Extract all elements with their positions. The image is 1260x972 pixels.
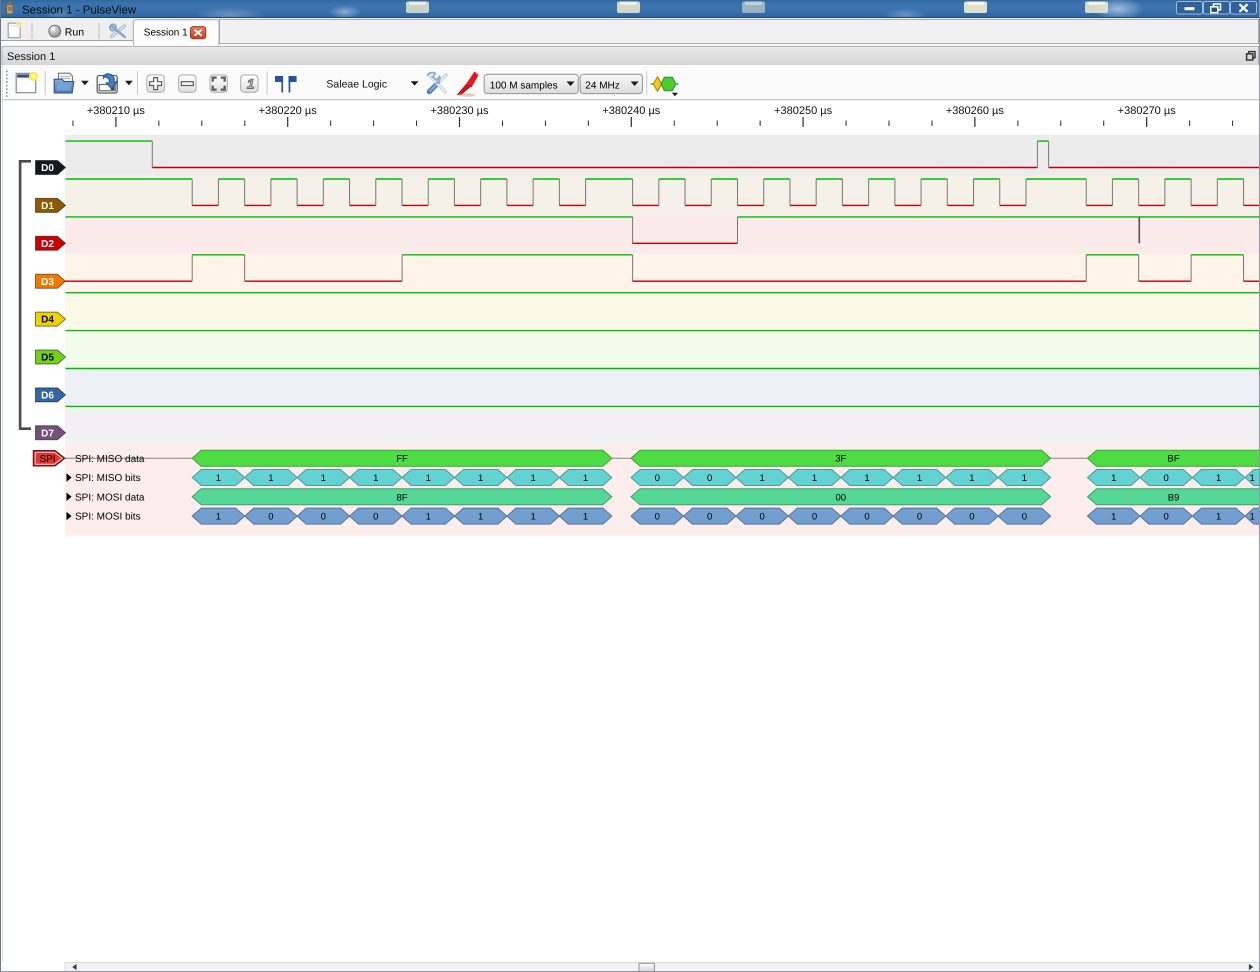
svg-text:1: 1 bbox=[1111, 473, 1116, 484]
svg-text:0: 0 bbox=[1164, 512, 1169, 523]
svg-text:D2: D2 bbox=[41, 239, 54, 250]
svg-text:+380240 µs: +380240 µs bbox=[602, 105, 661, 117]
svg-text:1: 1 bbox=[583, 512, 588, 523]
svg-text:1: 1 bbox=[426, 512, 431, 523]
svg-text:0: 0 bbox=[655, 473, 660, 484]
svg-text:1: 1 bbox=[969, 473, 974, 484]
svg-text:1: 1 bbox=[478, 473, 483, 484]
svg-text:1: 1 bbox=[864, 473, 869, 484]
svg-text:1: 1 bbox=[1111, 512, 1116, 523]
svg-text:00: 00 bbox=[836, 492, 847, 503]
svg-text:D7: D7 bbox=[41, 428, 54, 439]
svg-text:D4: D4 bbox=[41, 315, 54, 326]
svg-text:100 M samples: 100 M samples bbox=[490, 80, 558, 91]
svg-text:1: 1 bbox=[530, 512, 535, 523]
svg-text:SPI: MISO data: SPI: MISO data bbox=[75, 454, 145, 465]
svg-text:+380210 µs: +380210 µs bbox=[87, 105, 146, 117]
svg-text:1: 1 bbox=[373, 473, 378, 484]
svg-text:3F: 3F bbox=[835, 454, 846, 465]
svg-text:Session 1 - PulseView: Session 1 - PulseView bbox=[22, 4, 137, 16]
svg-text:FF: FF bbox=[396, 454, 408, 465]
svg-text:D0: D0 bbox=[41, 163, 54, 174]
svg-text:1: 1 bbox=[1022, 473, 1027, 484]
svg-text:D1: D1 bbox=[41, 201, 54, 212]
svg-text:1: 1 bbox=[268, 473, 273, 484]
svg-text:1: 1 bbox=[478, 512, 483, 523]
svg-text:0: 0 bbox=[1164, 473, 1169, 484]
svg-text:1: 1 bbox=[917, 473, 922, 484]
svg-text:0: 0 bbox=[969, 512, 974, 523]
svg-text:+380250 µs: +380250 µs bbox=[774, 105, 833, 117]
svg-text:0: 0 bbox=[812, 512, 817, 523]
svg-text:0: 0 bbox=[864, 512, 869, 523]
svg-text:Saleae Logic: Saleae Logic bbox=[326, 79, 387, 91]
svg-text:SPI: MOSI data: SPI: MOSI data bbox=[75, 492, 145, 503]
svg-text:1: 1 bbox=[530, 473, 535, 484]
svg-text:1: 1 bbox=[321, 473, 326, 484]
svg-text:SPI: SPI bbox=[39, 454, 55, 465]
svg-text:SPI: MOSI bits: SPI: MOSI bits bbox=[75, 512, 141, 523]
svg-text:1: 1 bbox=[216, 473, 221, 484]
svg-text:0: 0 bbox=[759, 512, 764, 523]
svg-text:0: 0 bbox=[655, 512, 660, 523]
svg-text:Session 1: Session 1 bbox=[7, 51, 55, 63]
svg-text:SPI: MISO bits: SPI: MISO bits bbox=[75, 473, 141, 484]
svg-text:BF: BF bbox=[1167, 454, 1179, 465]
svg-text:0: 0 bbox=[917, 512, 922, 523]
svg-text:D5: D5 bbox=[41, 353, 54, 364]
svg-text:1: 1 bbox=[812, 473, 817, 484]
svg-text:0: 0 bbox=[373, 512, 378, 523]
svg-text:8F: 8F bbox=[396, 492, 407, 503]
svg-text:Run: Run bbox=[65, 26, 84, 38]
svg-text:D6: D6 bbox=[41, 391, 54, 402]
svg-text:1: 1 bbox=[1216, 473, 1221, 484]
svg-text:+380270 µs: +380270 µs bbox=[1118, 105, 1177, 117]
svg-text:24 MHz: 24 MHz bbox=[585, 80, 619, 91]
svg-text:D3: D3 bbox=[41, 277, 54, 288]
svg-text:0: 0 bbox=[321, 512, 326, 523]
svg-text:1: 1 bbox=[759, 473, 764, 484]
svg-text:0: 0 bbox=[1022, 512, 1027, 523]
svg-text:1: 1 bbox=[426, 473, 431, 484]
svg-text:1: 1 bbox=[216, 512, 221, 523]
svg-text:1: 1 bbox=[247, 77, 255, 92]
svg-text:Session 1: Session 1 bbox=[144, 27, 188, 38]
svg-text:1: 1 bbox=[1216, 512, 1221, 523]
svg-text:0: 0 bbox=[707, 473, 712, 484]
svg-text:1: 1 bbox=[583, 473, 588, 484]
svg-text:+380230 µs: +380230 µs bbox=[430, 105, 489, 117]
svg-text:0: 0 bbox=[707, 512, 712, 523]
svg-text:+380260 µs: +380260 µs bbox=[946, 105, 1005, 117]
svg-text:1: 1 bbox=[1250, 473, 1255, 484]
svg-text:B9: B9 bbox=[1168, 492, 1180, 503]
svg-text:0: 0 bbox=[268, 512, 273, 523]
svg-text:1: 1 bbox=[1250, 512, 1255, 523]
svg-text:+380220 µs: +380220 µs bbox=[259, 105, 318, 117]
